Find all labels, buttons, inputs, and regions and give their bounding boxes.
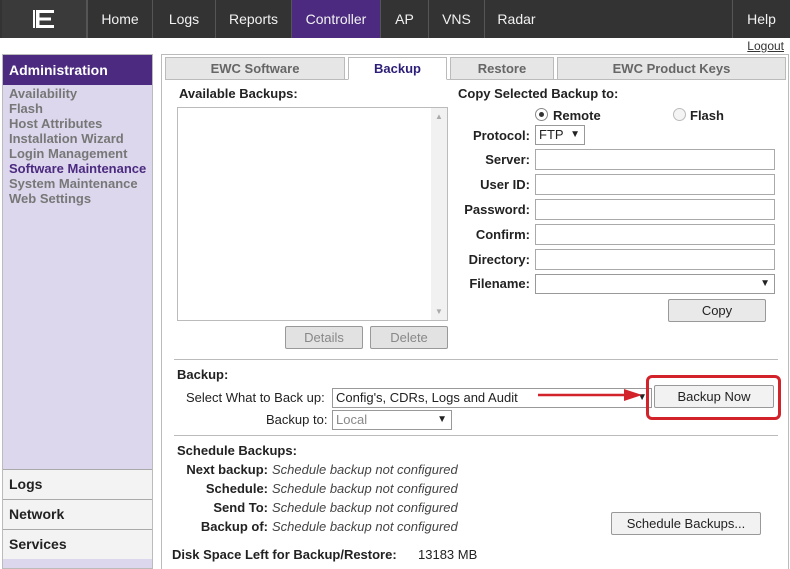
- content-panel: EWC Software Backup Restore EWC Product …: [161, 54, 789, 569]
- sidebar-heading-administration[interactable]: Administration: [3, 55, 152, 85]
- send-to-label: Send To:: [213, 500, 268, 515]
- directory-field[interactable]: [535, 249, 775, 270]
- backup-to-select[interactable]: Local ▼: [332, 410, 452, 430]
- sidebar-item-login-management[interactable]: Login Management: [9, 146, 127, 161]
- sidebar-section-network[interactable]: Network: [3, 499, 152, 529]
- nav-controller[interactable]: Controller: [291, 0, 380, 38]
- details-button[interactable]: Details: [285, 326, 363, 349]
- copy-section-title: Copy Selected Backup to:: [458, 86, 619, 101]
- confirm-field[interactable]: [535, 224, 775, 245]
- top-navigation-bar: Home Logs Reports Controller AP VNS Rada…: [0, 0, 790, 38]
- send-to-value: Schedule backup not configured: [272, 500, 458, 515]
- userid-label: User ID:: [480, 177, 530, 192]
- nav-help[interactable]: Help: [732, 0, 790, 38]
- userid-field[interactable]: [535, 174, 775, 195]
- protocol-select[interactable]: FTP ▼: [535, 125, 585, 145]
- nav-home[interactable]: Home: [87, 0, 152, 38]
- schedule-label: Schedule:: [205, 481, 268, 496]
- tab-restore[interactable]: Restore: [450, 57, 554, 80]
- select-what-label: Select What to Back up:: [186, 390, 325, 405]
- tab-underline: [447, 79, 786, 80]
- chevron-down-icon: ▼: [760, 278, 770, 289]
- remote-radio-label: Remote: [553, 108, 601, 123]
- backup-now-button[interactable]: Backup Now: [654, 385, 774, 408]
- scroll-down-icon[interactable]: ▼: [435, 307, 443, 316]
- remote-radio[interactable]: [535, 108, 548, 121]
- sidebar-section-services[interactable]: Services: [3, 529, 152, 559]
- nav-logs[interactable]: Logs: [152, 0, 215, 38]
- filename-select[interactable]: ▼: [535, 274, 775, 294]
- logout-link[interactable]: Logout: [747, 39, 784, 53]
- delete-button[interactable]: Delete: [370, 326, 448, 349]
- confirm-label: Confirm:: [475, 227, 530, 242]
- next-backup-label: Next backup:: [186, 462, 268, 477]
- backup-of-label: Backup of:: [200, 519, 268, 534]
- schedule-value: Schedule backup not configured: [272, 481, 458, 496]
- chevron-down-icon: ▼: [570, 129, 580, 140]
- backup-section-title: Backup:: [177, 367, 229, 382]
- sidebar-item-installation-wizard[interactable]: Installation Wizard: [9, 131, 124, 146]
- annotation-arrow-icon: [538, 389, 642, 401]
- next-backup-value: Schedule backup not configured: [272, 462, 458, 477]
- server-label: Server:: [485, 152, 530, 167]
- available-backups-list[interactable]: ▲ ▼: [177, 107, 448, 321]
- sidebar-item-flash[interactable]: Flash: [9, 101, 43, 116]
- sidebar-item-host-attributes[interactable]: Host Attributes: [9, 116, 102, 131]
- filename-label: Filename:: [469, 276, 530, 291]
- flash-radio-label: Flash: [690, 108, 724, 123]
- flash-radio[interactable]: [673, 108, 686, 121]
- disk-space-value: 13183 MB: [418, 547, 478, 562]
- sidebar-item-availability[interactable]: Availability: [9, 86, 77, 101]
- nav-radar[interactable]: Radar: [484, 0, 548, 38]
- extreme-logo[interactable]: [2, 0, 87, 38]
- available-backups-title: Available Backups:: [179, 86, 298, 101]
- password-label: Password:: [464, 202, 530, 217]
- sidebar-item-software-maintenance[interactable]: Software Maintenance: [9, 161, 146, 176]
- disk-space-label: Disk Space Left for Backup/Restore:: [172, 547, 397, 562]
- scroll-up-icon[interactable]: ▲: [435, 112, 443, 121]
- tab-backup[interactable]: Backup: [348, 57, 447, 80]
- nav-ap[interactable]: AP: [380, 0, 428, 38]
- sidebar-section-logs[interactable]: Logs: [3, 469, 152, 499]
- section-divider: [174, 359, 778, 360]
- radio-selected-dot: [539, 112, 544, 117]
- protocol-value: FTP: [539, 127, 564, 142]
- tab-ewc-product-keys[interactable]: EWC Product Keys: [557, 57, 786, 80]
- backup-of-value: Schedule backup not configured: [272, 519, 458, 534]
- sidebar-item-system-maintenance[interactable]: System Maintenance: [9, 176, 138, 191]
- backup-to-value: Local: [336, 412, 368, 427]
- backup-what-value: Config's, CDRs, Logs and Audit: [336, 390, 518, 405]
- sidebar: Administration Availability Flash Host A…: [2, 54, 153, 569]
- nav-vns[interactable]: VNS: [428, 0, 484, 38]
- password-field[interactable]: [535, 199, 775, 220]
- protocol-label: Protocol:: [472, 128, 530, 143]
- extreme-logo-icon: [33, 10, 54, 28]
- schedule-backups-button[interactable]: Schedule Backups...: [611, 512, 761, 535]
- directory-label: Directory:: [468, 252, 530, 267]
- section-divider: [174, 435, 778, 436]
- copy-button[interactable]: Copy: [668, 299, 766, 322]
- chevron-down-icon: ▼: [437, 414, 447, 425]
- sidebar-item-web-settings[interactable]: Web Settings: [9, 191, 91, 206]
- tab-underline: [165, 79, 348, 80]
- schedule-section-title: Schedule Backups:: [177, 443, 297, 458]
- tab-ewc-software[interactable]: EWC Software: [165, 57, 345, 80]
- nav-reports[interactable]: Reports: [215, 0, 291, 38]
- server-field[interactable]: [535, 149, 775, 170]
- backup-to-label: Backup to:: [266, 412, 328, 427]
